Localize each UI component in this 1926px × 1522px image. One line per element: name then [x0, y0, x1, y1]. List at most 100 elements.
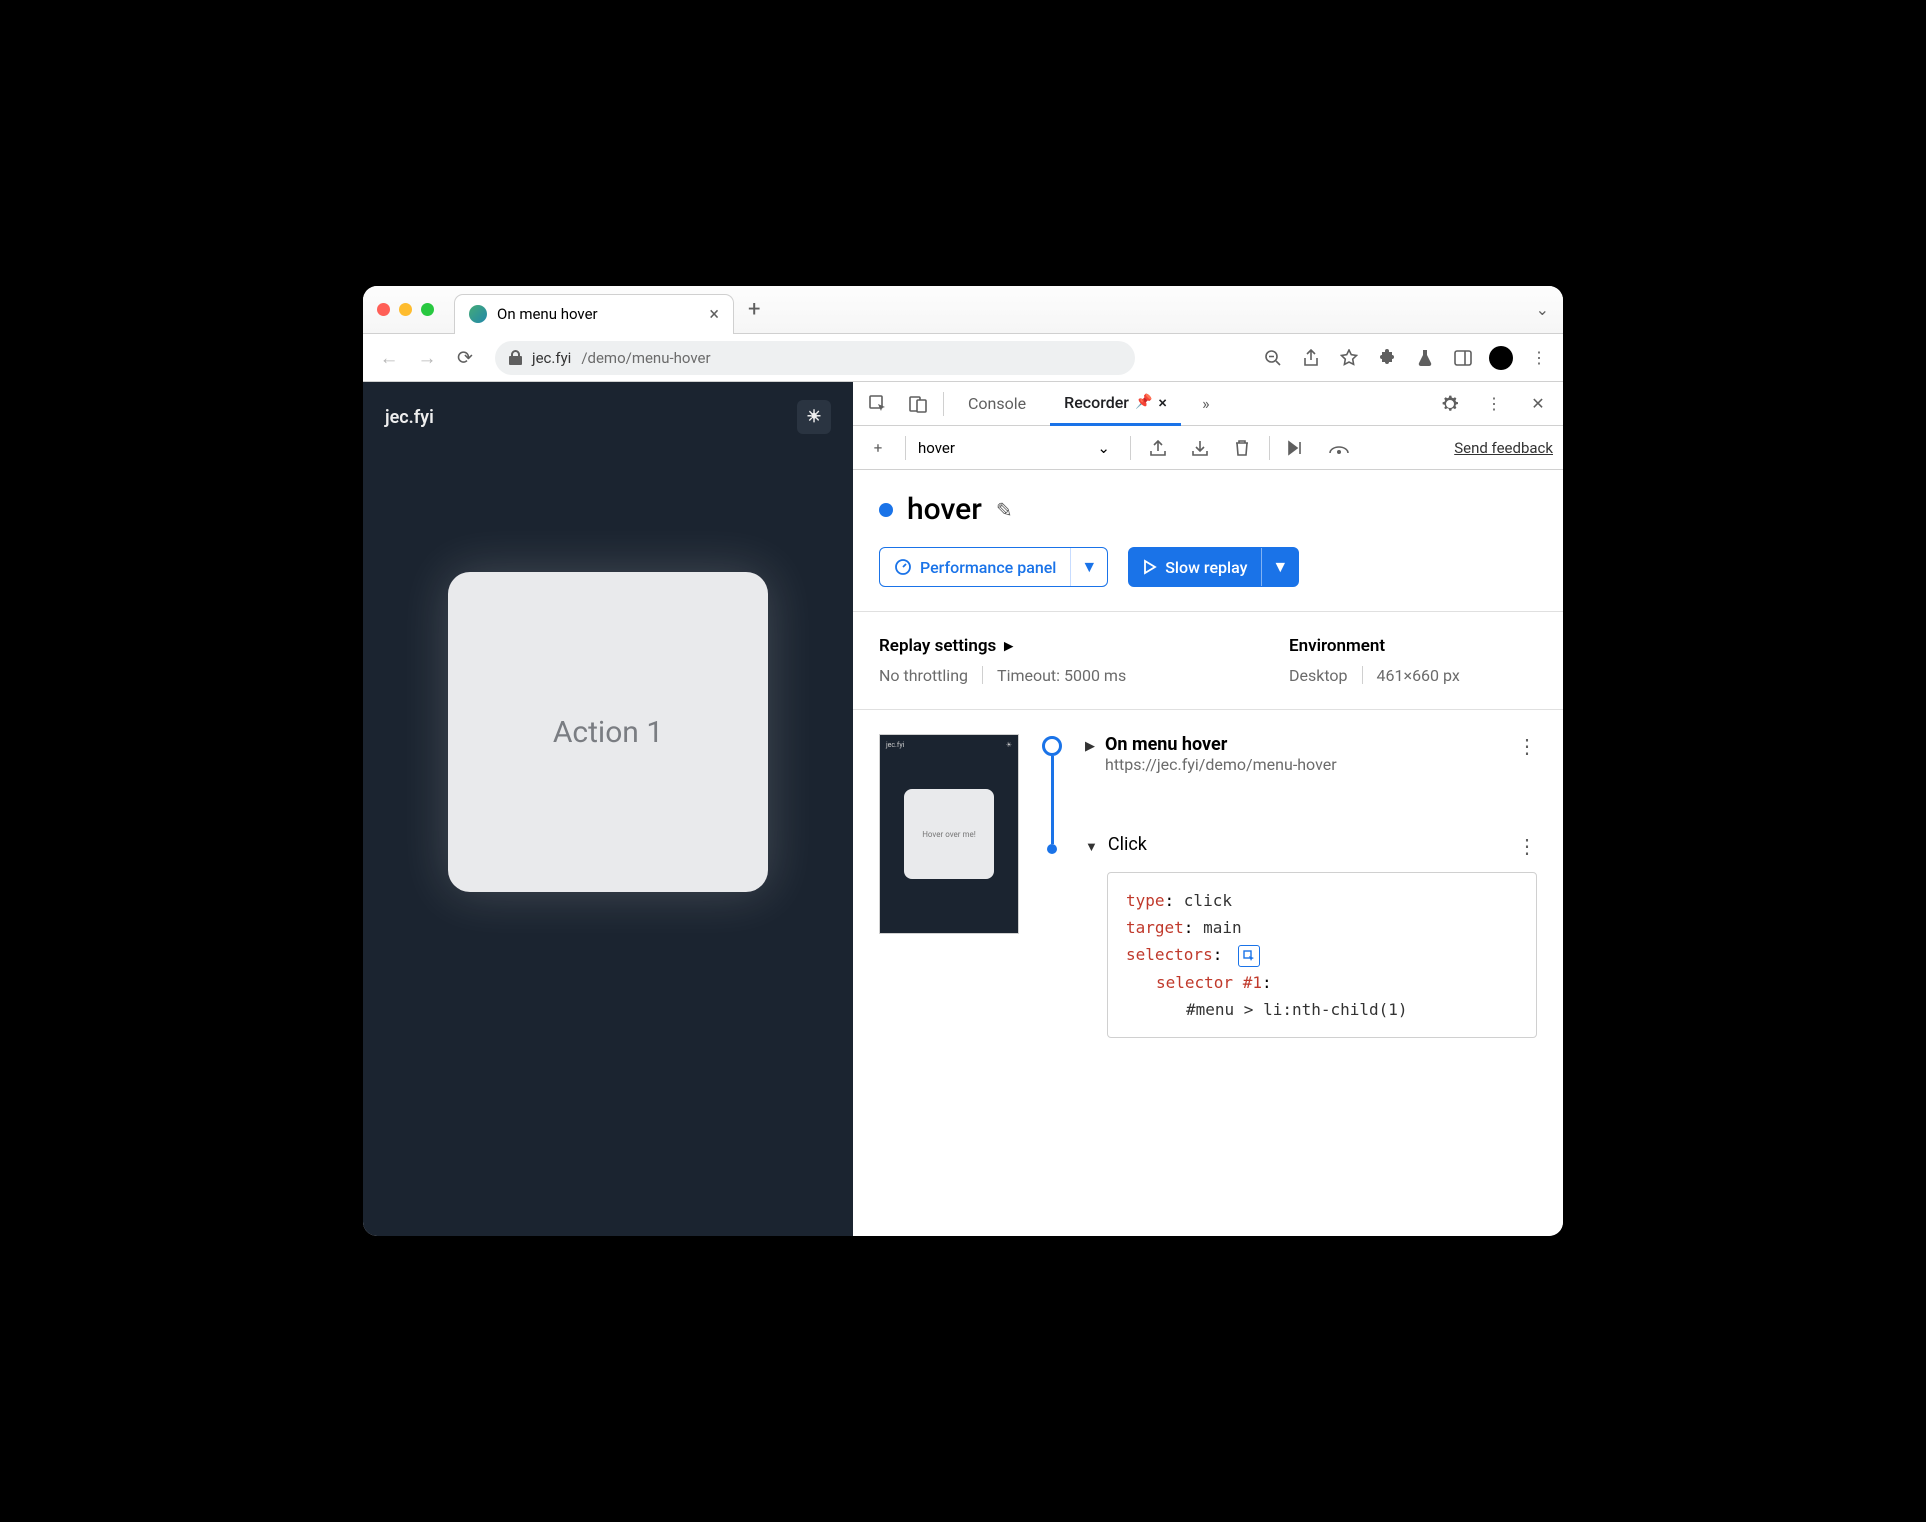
demo-card[interactable]: Action 1	[448, 572, 768, 892]
recording-title: hover	[907, 492, 982, 527]
step-details: type: click target: main selectors: sele…	[1107, 872, 1537, 1038]
slow-replay-button[interactable]: Slow replay ▼	[1128, 547, 1299, 587]
labs-icon[interactable]	[1413, 346, 1437, 370]
back-button[interactable]: ←	[375, 346, 403, 370]
step-timeline	[1037, 734, 1067, 1038]
code-val-type: click	[1184, 891, 1232, 910]
more-tabs-icon[interactable]: »	[1191, 394, 1221, 413]
inspect-element-icon[interactable]	[863, 394, 893, 414]
close-window-button[interactable]	[377, 303, 390, 316]
share-icon[interactable]	[1299, 346, 1323, 370]
traffic-lights	[377, 303, 434, 316]
zoom-icon[interactable]	[1261, 346, 1285, 370]
recorder-panel: hover ✎ Performance panel ▼ S	[853, 470, 1563, 1236]
slow-replay-label: Slow replay	[1165, 558, 1247, 577]
tab-recorder-label: Recorder	[1064, 393, 1129, 412]
edit-title-button[interactable]: ✎	[996, 498, 1013, 522]
export-icon[interactable]	[1143, 439, 1173, 457]
timeout-value: Timeout: 5000 ms	[997, 666, 1126, 685]
content-area: jec.fyi ☀ Action 1 Console Recorder 📌 × …	[363, 382, 1563, 1236]
devtools-close-icon[interactable]: ✕	[1523, 394, 1553, 413]
chevron-right-icon: ▸	[1004, 636, 1013, 656]
bookmark-star-icon[interactable]	[1337, 346, 1361, 370]
extensions-icon[interactable]	[1375, 346, 1399, 370]
site-name: jec.fyi	[385, 407, 434, 428]
slow-replay-caret[interactable]: ▼	[1261, 548, 1298, 586]
card-text: Action 1	[553, 715, 663, 750]
replay-settings-heading[interactable]: Replay settings ▸	[879, 636, 1229, 656]
device-toggle-icon[interactable]	[903, 394, 933, 414]
pin-icon: 📌	[1135, 394, 1152, 410]
import-icon[interactable]	[1185, 439, 1215, 457]
profile-avatar[interactable]	[1489, 346, 1513, 370]
maximize-window-button[interactable]	[421, 303, 434, 316]
code-val-selector1: #menu > li:nth-child(1)	[1126, 996, 1518, 1023]
step-list: ▶ On menu hover https://jec.fyi/demo/men…	[1085, 734, 1537, 1038]
step-initial-title: On menu hover	[1105, 734, 1507, 755]
play-icon	[1143, 559, 1157, 575]
environment-size: 461×660 px	[1377, 666, 1460, 685]
performance-panel-caret[interactable]: ▼	[1070, 548, 1107, 586]
close-tab-button[interactable]: ×	[709, 304, 719, 325]
timeline-node-start	[1042, 736, 1062, 756]
environment-heading: Environment	[1289, 636, 1563, 656]
step-menu-button[interactable]: ⋮	[1517, 734, 1537, 758]
tab-console[interactable]: Console	[954, 382, 1040, 426]
step-initial-url: https://jec.fyi/demo/menu-hover	[1105, 755, 1507, 774]
tab-recorder[interactable]: Recorder 📌 ×	[1050, 382, 1181, 426]
replay-settings-label: Replay settings	[879, 636, 996, 656]
devtools-panel: Console Recorder 📌 × » ⋮ ✕ + hover	[853, 382, 1563, 1236]
recording-title-row: hover ✎	[879, 492, 1537, 527]
code-key-selector1: selector #1	[1156, 973, 1262, 992]
thumbnail-card-text: Hover over me!	[904, 789, 994, 879]
window-titlebar: On menu hover × + ⌄	[363, 286, 1563, 334]
browser-window: On menu hover × + ⌄ ← → ⟳ jec.fyi/demo/m…	[363, 286, 1563, 1236]
steps-area: jec.fyi☀ Hover over me! ▶ On menu hover	[879, 734, 1537, 1038]
code-val-target: main	[1203, 918, 1242, 937]
action-buttons: Performance panel ▼ Slow replay ▼	[879, 547, 1537, 587]
forward-button[interactable]: →	[413, 346, 441, 370]
lock-icon	[509, 350, 522, 365]
step-click[interactable]: ▼ Click ⋮	[1085, 834, 1537, 858]
step-click-label: Click	[1108, 834, 1147, 855]
recording-selector[interactable]: hover ⌄	[918, 439, 1118, 457]
minimize-window-button[interactable]	[399, 303, 412, 316]
devtools-kebab-icon[interactable]: ⋮	[1479, 394, 1509, 413]
step-initial[interactable]: ▶ On menu hover https://jec.fyi/demo/men…	[1085, 734, 1537, 774]
recorder-toolbar: + hover ⌄ Send feedback	[853, 426, 1563, 470]
url-host: jec.fyi	[532, 349, 571, 367]
favicon-icon	[469, 305, 487, 323]
step-thumbnail[interactable]: jec.fyi☀ Hover over me!	[879, 734, 1019, 934]
reload-button[interactable]: ⟳	[451, 346, 479, 369]
replay-settings-row: Replay settings ▸ No throttling Timeout:…	[879, 636, 1537, 685]
browser-tab[interactable]: On menu hover ×	[454, 294, 734, 334]
chevron-down-icon: ⌄	[1097, 439, 1110, 457]
tabs-overflow-button[interactable]: ⌄	[1536, 300, 1549, 319]
expand-icon: ▶	[1085, 739, 1095, 754]
gauge-icon	[894, 558, 912, 576]
timeline-node-step	[1047, 844, 1057, 854]
selector-picker-icon[interactable]	[1238, 945, 1260, 967]
send-feedback-link[interactable]: Send feedback	[1454, 439, 1553, 457]
performance-panel-label: Performance panel	[920, 558, 1056, 577]
step-play-icon[interactable]	[1282, 440, 1312, 456]
theme-toggle-button[interactable]: ☀	[797, 400, 831, 434]
delete-icon[interactable]	[1227, 439, 1257, 457]
sidepanel-icon[interactable]	[1451, 346, 1475, 370]
close-panel-icon[interactable]: ×	[1158, 393, 1167, 412]
new-recording-button[interactable]: +	[863, 439, 893, 457]
settings-gear-icon[interactable]	[1435, 394, 1465, 414]
address-bar[interactable]: jec.fyi/demo/menu-hover	[495, 341, 1135, 375]
performance-panel-button[interactable]: Performance panel ▼	[879, 547, 1108, 587]
step-menu-button[interactable]: ⋮	[1517, 834, 1537, 858]
collapse-icon: ▼	[1085, 839, 1098, 855]
throttling-value: No throttling	[879, 666, 968, 685]
code-key-selectors: selectors	[1126, 945, 1213, 964]
step-over-icon[interactable]	[1324, 441, 1354, 455]
menu-kebab-icon[interactable]: ⋮	[1527, 346, 1551, 370]
devtools-tab-strip: Console Recorder 📌 × » ⋮ ✕	[853, 382, 1563, 426]
code-key-type: type	[1126, 891, 1165, 910]
recording-selector-label: hover	[918, 439, 955, 457]
new-tab-button[interactable]: +	[748, 297, 760, 322]
environment-device: Desktop	[1289, 666, 1348, 685]
